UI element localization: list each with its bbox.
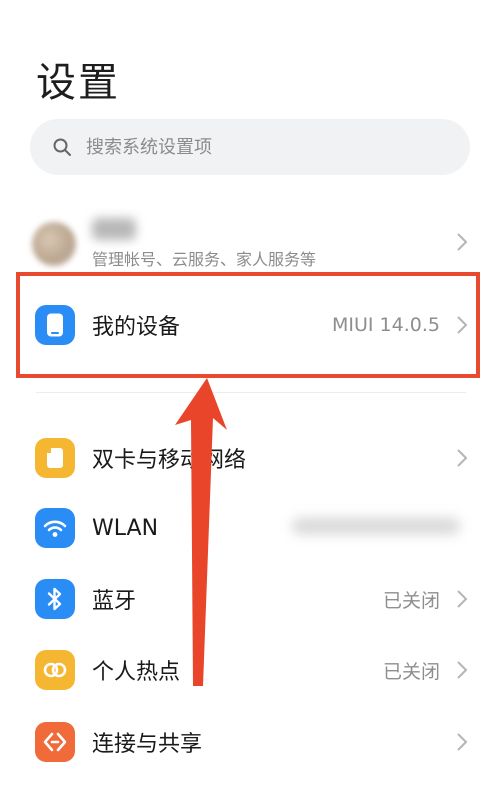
wlan-network-name-blurred — [292, 518, 460, 534]
wifi-icon — [35, 508, 75, 548]
settings-item-dual-sim[interactable]: 双卡与移动网络 — [0, 426, 500, 490]
settings-item-label: WLAN — [92, 515, 159, 541]
settings-item-value: 已关闭 — [382, 660, 440, 683]
bluetooth-icon — [35, 579, 75, 619]
chevron-right-icon — [457, 449, 468, 467]
settings-item-label: 个人热点 — [92, 660, 181, 685]
search-bar[interactable] — [30, 119, 470, 175]
divider — [36, 392, 466, 393]
search-input[interactable] — [84, 135, 448, 159]
sim-card-icon — [35, 438, 75, 478]
hotspot-icon — [35, 650, 75, 690]
page-title: 设置 — [36, 60, 120, 106]
settings-item-connection-sharing[interactable]: 连接与共享 — [0, 710, 500, 774]
settings-item-label: 双卡与移动网络 — [92, 448, 247, 473]
account-name-blurred — [92, 218, 136, 240]
account-subtitle: 管理帐号、云服务、家人服务等 — [92, 250, 317, 269]
settings-item-value: 已关闭 — [382, 589, 440, 612]
chevron-right-icon — [457, 661, 468, 679]
highlight-box — [16, 272, 480, 378]
settings-item-bluetooth[interactable]: 蓝牙 已关闭 — [0, 567, 500, 631]
settings-item-label: 连接与共享 — [92, 732, 203, 757]
chevron-right-icon — [457, 590, 468, 608]
avatar — [32, 222, 76, 266]
settings-item-hotspot[interactable]: 个人热点 已关闭 — [0, 638, 500, 702]
chevron-right-icon — [457, 233, 468, 251]
chevron-right-icon — [457, 733, 468, 751]
share-icon — [35, 722, 75, 762]
search-icon — [53, 138, 71, 156]
settings-item-label: 蓝牙 — [92, 589, 137, 614]
